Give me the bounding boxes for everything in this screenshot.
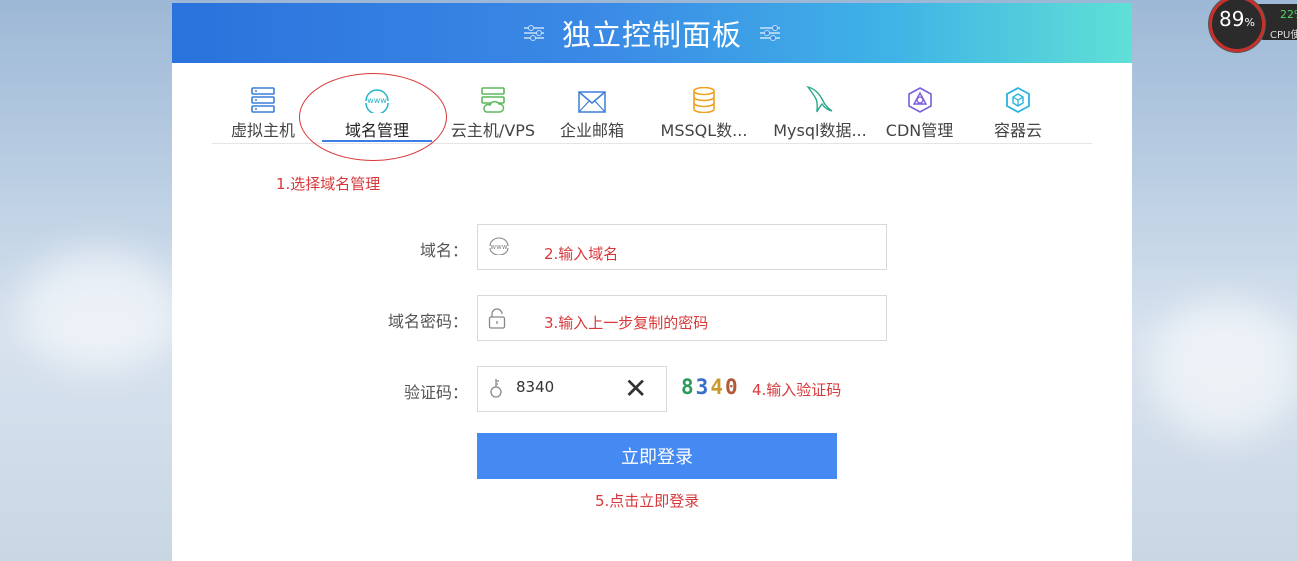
tab-label: 云主机/VPS	[450, 121, 536, 140]
svg-text:www: www	[490, 243, 507, 251]
tab-label: Mysql数据...	[773, 121, 867, 140]
captcha-image[interactable]: 8340	[681, 375, 740, 399]
tab-label: 虚拟主机	[230, 121, 295, 140]
annotation-step-4: 4.输入验证码	[752, 381, 842, 399]
annotation-step-2: 2.输入域名	[544, 245, 619, 263]
cpu-usage: 89%	[1219, 7, 1255, 31]
sliders-icon	[760, 25, 780, 41]
captcha-char: 0	[724, 375, 740, 399]
clear-icon[interactable]: ✕	[624, 375, 647, 403]
domain-input[interactable]: www	[477, 224, 887, 270]
cloud-server-icon	[448, 83, 538, 113]
tab-label: 企业邮箱	[559, 121, 624, 140]
domain-label: 域名：	[419, 241, 468, 260]
tab-container-cloud[interactable]: 容器云	[982, 73, 1054, 141]
password-label: 域名密码：	[387, 312, 468, 331]
tab-enterprise-mail[interactable]: 企业邮箱	[552, 73, 632, 141]
tab-mysql[interactable]: Mysql数据...	[770, 73, 870, 141]
mail-icon	[552, 83, 632, 113]
key-icon	[488, 377, 504, 403]
annotation-step-1: 1.选择域名管理	[276, 175, 381, 193]
www-globe-icon: www	[488, 237, 510, 259]
sliders-icon	[523, 25, 544, 41]
panel-header: 独立控制面板	[172, 3, 1132, 63]
page-title: 独立控制面板	[561, 18, 742, 52]
tab-label: MSSQL数...	[660, 121, 748, 140]
background-cloud	[20, 250, 180, 370]
login-button[interactable]: 立即登录	[477, 433, 837, 479]
cpu-widget[interactable]: 89%	[1209, 0, 1265, 52]
database-icon	[659, 83, 749, 113]
cdn-icon	[882, 83, 957, 113]
container-cube-icon	[982, 83, 1054, 113]
cpu-usage-unit: %	[1244, 16, 1255, 29]
captcha-char: 4	[710, 375, 725, 399]
tab-virtual-host[interactable]: 虚拟主机	[222, 73, 304, 141]
server-icon	[222, 83, 304, 113]
annotation-step-3: 3.输入上一步复制的密码	[544, 314, 709, 332]
tab-cdn[interactable]: CDN管理	[882, 73, 957, 141]
captcha-char: 3	[695, 375, 711, 399]
captcha-char: 8	[681, 375, 696, 399]
control-panel: 独立控制面板 虚拟主机 www 域名管理 云主机/VPS 企业邮箱 MSSQL数…	[172, 3, 1132, 561]
background-cloud	[1150, 300, 1297, 440]
cpu-side-percent: 22%	[1280, 8, 1297, 21]
captcha-value: 8340	[516, 378, 555, 396]
lock-icon	[488, 308, 506, 334]
annotation-step-5: 5.点击立即登录	[595, 492, 700, 510]
captcha-label: 验证码：	[403, 383, 468, 402]
cpu-side-label: CPU使	[1270, 30, 1297, 41]
tab-cloud-vps[interactable]: 云主机/VPS	[448, 73, 538, 141]
mysql-dolphin-icon	[770, 83, 870, 113]
captcha-input[interactable]: 8340 ✕	[477, 366, 667, 412]
tab-label: CDN管理	[885, 121, 954, 140]
cpu-usage-value: 89	[1219, 7, 1245, 31]
tab-mssql[interactable]: MSSQL数...	[659, 73, 749, 141]
highlight-ellipse	[299, 73, 447, 161]
tab-label: 容器云	[993, 121, 1042, 140]
